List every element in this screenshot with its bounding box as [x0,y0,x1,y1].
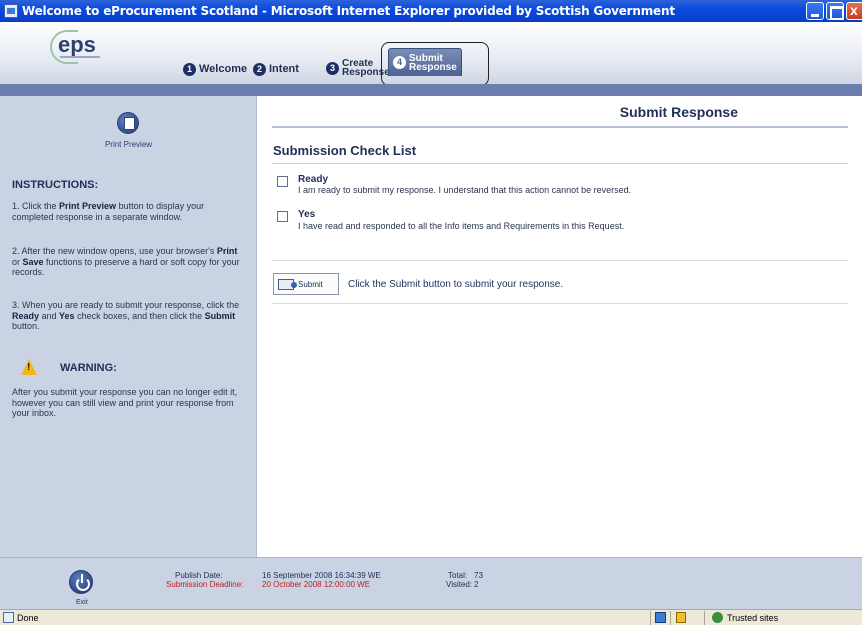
page-icon [3,612,14,623]
page-title: Submit Response [272,104,848,128]
section-divider [272,163,848,164]
exit-power-icon[interactable] [69,570,93,594]
instruction-text: or [12,256,23,267]
instruction-bold: Save [22,256,44,267]
ready-checkbox-label: Ready [298,174,329,185]
warning-title: WARNING: [60,362,117,374]
minimize-button[interactable] [806,2,824,20]
exit-label[interactable]: Exit [76,599,88,606]
submit-button[interactable]: Submit [273,273,339,295]
visited-label: Visited: [446,580,473,589]
section-title: Submission Check List [273,143,417,158]
yes-checkbox[interactable] [277,211,288,222]
instruction-text: button. [12,321,40,331]
status-divider [670,611,671,625]
warning-text: After you submit your response you can n… [12,387,238,418]
tab-number-1: 1 [183,62,196,76]
submit-button-label: Submit [298,279,323,289]
instruction-text: functions to preserve a hard or soft cop… [12,256,240,278]
tab-intent[interactable]: 2 Intent [253,59,299,79]
instruction-bold: Yes [59,310,75,321]
submit-hint: Click the Submit button to submit your r… [348,279,564,290]
divider [272,260,848,261]
window-title-bar[interactable]: Welcome to eProcurement Scotland - Micro… [0,0,862,22]
status-text: Done [17,613,39,623]
instruction-text: 1. Click the [12,201,60,211]
total-value: 73 [474,571,483,580]
submit-icon [278,278,297,290]
ready-checkbox-description: I am ready to submit my response. I unde… [298,185,632,195]
active-tab-highlight [381,42,489,86]
main-content: Submit Response Submission Check List Re… [258,96,862,557]
instruction-bold: Print [216,246,238,256]
sidebar: Print Preview INSTRUCTIONS: 1. Click the… [0,96,257,557]
instruction-3: 3. When you are ready to submit your res… [12,300,244,332]
visited-value: 2 [474,580,479,589]
submission-deadline-label: Submission Deadline: [166,580,244,589]
tab-label: Welcome [199,63,248,75]
tab-number-2: 2 [253,62,266,76]
yes-checkbox-label: Yes [298,209,316,220]
instruction-text: check boxes, and then click the [74,310,205,321]
ie-app-icon[interactable] [4,4,18,18]
tab-welcome[interactable]: 1 Welcome [183,59,247,79]
window-title: Welcome to eProcurement Scotland - Micro… [22,4,675,18]
close-button[interactable] [846,2,862,20]
status-divider [704,611,705,625]
divider [272,303,848,304]
security-zone-label[interactable]: Trusted sites [727,613,778,623]
warning-icon [21,359,37,375]
trusted-sites-check-icon [712,612,723,623]
lock-icon[interactable] [676,612,686,623]
logo-text: eps [58,32,96,57]
instruction-text: 3. When you are ready to submit your res… [12,300,240,310]
status-divider [650,611,651,625]
print-preview-label[interactable]: Print Preview [0,140,257,149]
instruction-text: 2. After the new window opens, use your … [12,246,217,256]
instruction-2: 2. After the new window opens, use your … [12,246,244,278]
ready-checkbox[interactable] [277,176,288,187]
publish-date-label: Publish Date: [175,571,223,580]
instruction-text: and [39,310,60,321]
header-divider-bar [0,84,862,96]
browser-status-bar: Done Trusted sites [0,609,862,625]
print-preview-icon[interactable] [117,112,139,134]
instruction-bold: Print Preview [59,201,117,211]
submission-deadline-value: 20 October 2008 12:00:00 WE [262,580,371,589]
footer: Exit Publish Date: 16 September 2008 16:… [0,557,862,609]
publish-date-value: 16 September 2008 16:34:39 WE [262,571,381,580]
instruction-bold: Submit [204,310,236,321]
instruction-bold: Ready [12,310,40,321]
instruction-1: 1. Click the Print Preview button to dis… [12,201,244,222]
logo-underline [60,56,100,58]
ie-zone-icon [655,612,666,623]
total-label: Total: [448,571,468,580]
instructions-title: INSTRUCTIONS: [12,179,99,191]
tab-number-3: 3 [326,61,339,75]
maximize-button[interactable] [826,2,844,20]
yes-checkbox-description: I have read and responded to all the Inf… [298,221,625,231]
tab-label: Intent [269,63,299,75]
eps-logo: eps [50,30,120,64]
